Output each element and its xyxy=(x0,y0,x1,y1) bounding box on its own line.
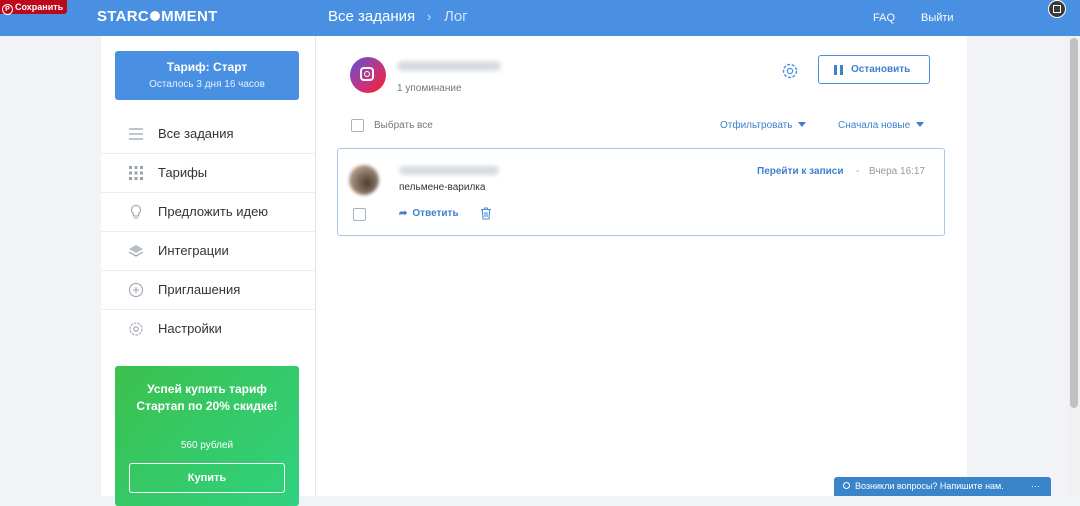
go-to-post-link[interactable]: Перейти к записи xyxy=(757,166,843,177)
plan-info-box[interactable]: Тариф: Старт Осталось 3 дня 16 часов xyxy=(115,51,299,100)
list-icon xyxy=(129,128,143,140)
plus-circle-icon xyxy=(128,282,144,298)
avatar[interactable] xyxy=(349,165,379,195)
sidebar-item-label: Тарифы xyxy=(158,165,208,180)
pause-icon xyxy=(834,65,843,75)
meta-separator: - xyxy=(856,166,860,177)
buy-button[interactable]: Купить xyxy=(129,463,285,493)
gear-icon[interactable] xyxy=(781,62,799,80)
comment-time: Вчера 16:17 xyxy=(869,166,926,177)
select-all-label[interactable]: Выбрать все xyxy=(374,120,433,131)
trash-icon[interactable] xyxy=(480,207,492,220)
scrollbar-thumb[interactable] xyxy=(1070,38,1078,408)
sidebar-item-settings[interactable]: Настройки xyxy=(101,310,315,348)
promo-title: Успей купить тариф Стартап по 20% скидке… xyxy=(136,382,278,413)
lightbulb-icon xyxy=(130,204,142,219)
grid-icon xyxy=(129,166,143,180)
sidebar-item-label: Настройки xyxy=(158,321,222,336)
chevron-down-icon xyxy=(916,122,925,127)
promo-banner: Успей купить тариф Стартап по 20% скидке… xyxy=(115,366,299,506)
comment-checkbox[interactable] xyxy=(353,208,366,221)
stop-button[interactable]: Остановить xyxy=(818,55,930,84)
sidebar-item-label: Все задания xyxy=(158,126,234,141)
sidebar-item-plans[interactable]: Тарифы xyxy=(101,154,315,193)
mentions-count: 1 упоминание xyxy=(397,83,462,94)
sidebar-item-label: Предложить идею xyxy=(158,204,269,219)
sidebar-item-label: Приглашения xyxy=(158,282,241,297)
plan-title: Тариф: Старт xyxy=(166,60,248,74)
select-all-checkbox[interactable] xyxy=(351,119,364,132)
pinterest-icon: P xyxy=(2,4,13,15)
sidebar-item-suggest-idea[interactable]: Предложить идею xyxy=(101,193,315,232)
sidebar-item-all-tasks[interactable]: Все задания xyxy=(101,115,315,154)
sidebar: Тариф: Старт Осталось 3 дня 16 часов Все… xyxy=(101,36,316,506)
main-content: 1 упоминание Остановить Выбрать все Отфи… xyxy=(316,36,967,496)
plan-remaining: Осталось 3 дня 16 часов xyxy=(149,79,265,90)
sidebar-item-label: Интеграции xyxy=(158,243,229,258)
settings-icon xyxy=(129,322,143,336)
sort-dropdown[interactable]: Сначала новые xyxy=(838,120,925,131)
breadcrumb-separator: › xyxy=(427,9,432,24)
breadcrumb-all-tasks[interactable]: Все задания xyxy=(328,8,415,25)
help-chat-label: Возникли вопросы? Напишите нам. xyxy=(855,481,1004,491)
expand-icon[interactable] xyxy=(1048,0,1066,18)
chat-icon xyxy=(843,482,850,489)
sidebar-item-integrations[interactable]: Интеграции xyxy=(101,232,315,271)
logo[interactable]: STARC MMENT xyxy=(97,8,218,25)
sidebar-item-invitations[interactable]: Приглашения xyxy=(101,271,315,310)
sidebar-nav: Все задания Тарифы Предложить идею Интег… xyxy=(101,115,315,348)
commenter-name[interactable] xyxy=(399,166,499,175)
filter-dropdown[interactable]: Отфильтровать xyxy=(720,120,807,131)
logout-link[interactable]: Выйти xyxy=(921,12,954,24)
layers-icon xyxy=(128,245,144,257)
stop-button-label: Остановить xyxy=(851,64,911,75)
reply-button[interactable]: ➦ Ответить xyxy=(399,208,459,219)
help-chat-widget[interactable]: Возникли вопросы? Напишите нам. ··· xyxy=(834,477,1051,496)
comment-card: пельмене-варилка ➦ Ответить Перейти к зап… xyxy=(337,148,945,236)
faq-link[interactable]: FAQ xyxy=(873,12,895,24)
promo-price: 560 рублей xyxy=(180,440,234,451)
pinterest-save-button[interactable]: P Сохранить xyxy=(0,0,68,15)
comment-text: пельмене-варилка xyxy=(399,182,486,193)
more-icon[interactable]: ··· xyxy=(1031,477,1040,496)
account-name[interactable] xyxy=(397,61,501,71)
breadcrumb-current: Лог xyxy=(444,8,468,25)
instagram-icon xyxy=(350,57,386,93)
reply-arrow-icon: ➦ xyxy=(399,208,408,219)
chevron-down-icon xyxy=(798,122,807,127)
top-navbar: STARC MMENT Все задания › Лог FAQ Выйти xyxy=(0,0,1080,36)
